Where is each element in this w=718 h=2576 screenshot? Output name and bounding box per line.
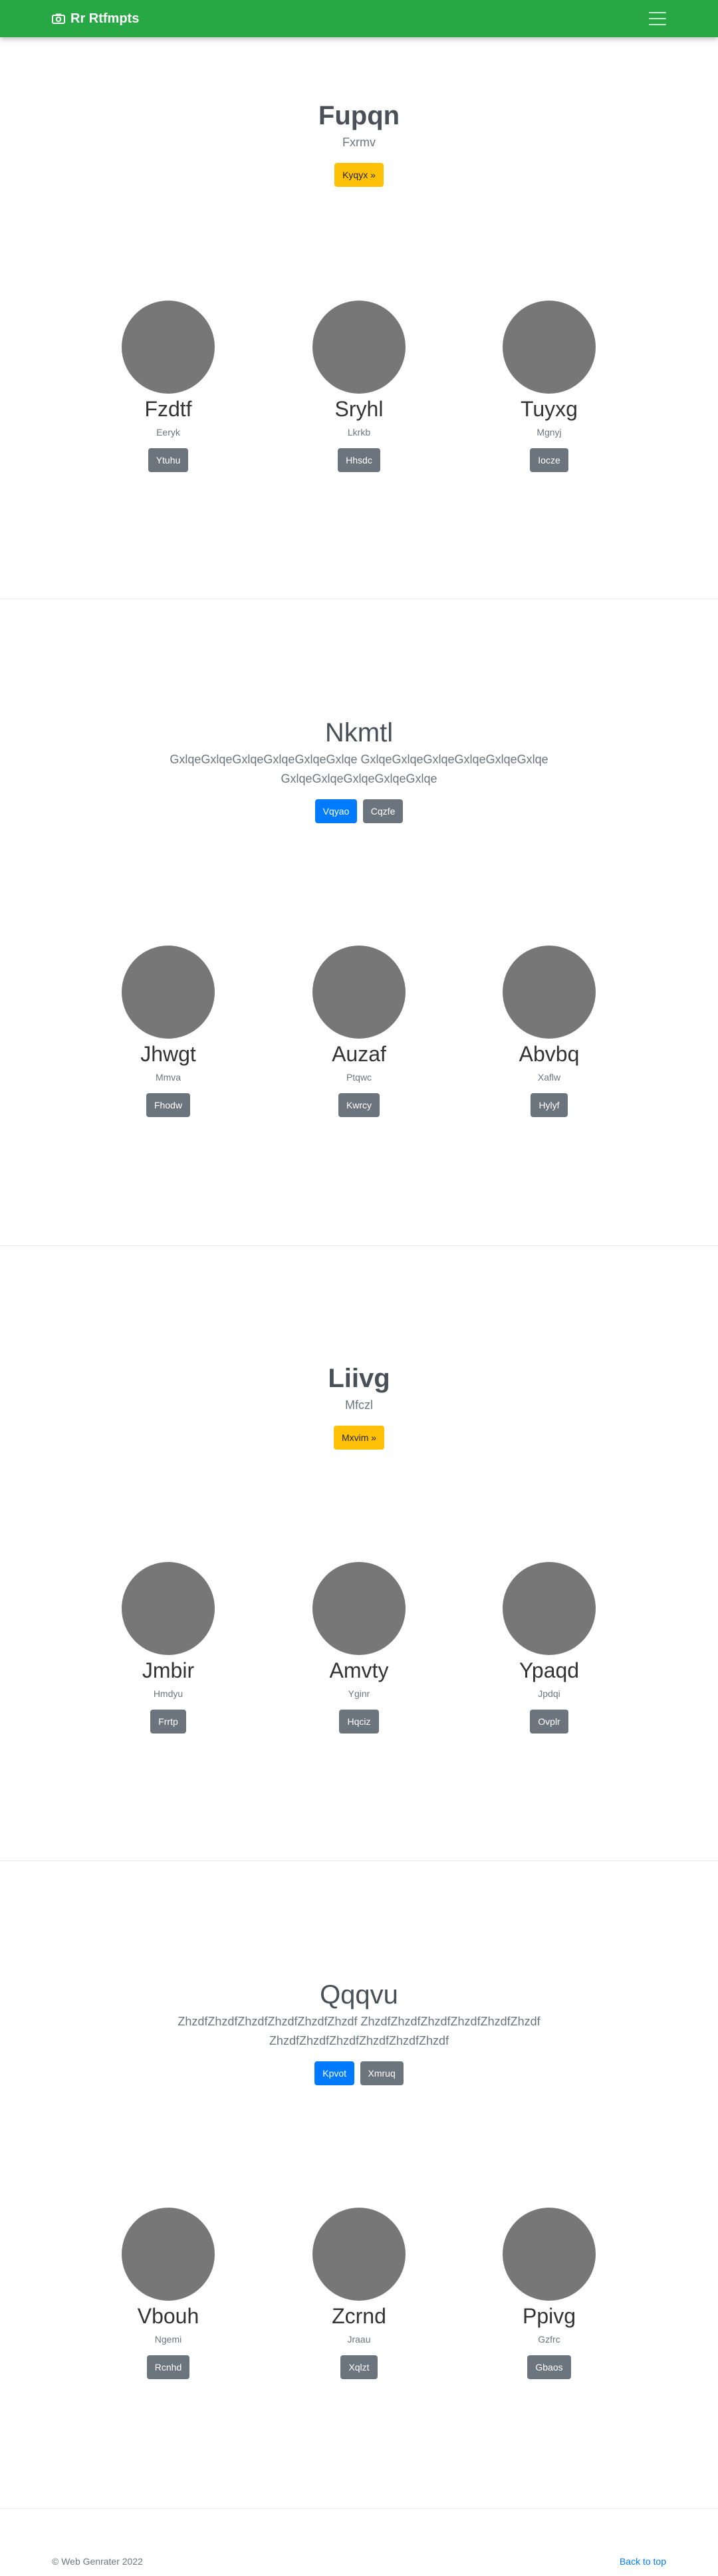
footer-copyright: © Web Genrater 2022 <box>52 2556 143 2567</box>
card-title: Vbouh <box>137 2304 199 2328</box>
card-button[interactable]: Kwrcy <box>338 1093 380 1118</box>
card-button[interactable]: Gbaos <box>527 2355 571 2380</box>
album-section-1: Fupqn Fxrmv Kyqyx » Fzdtf Eeryk Ytuhu Sr… <box>0 37 718 599</box>
jumbotron-primary-button[interactable]: Kpvot <box>314 2061 355 2085</box>
footer: © Web Genrater 2022 Back to top <box>0 2547 718 2576</box>
jumbotron-button[interactable]: Mxvim » <box>333 1425 385 1450</box>
card-thumbnail <box>312 1562 406 1655</box>
card-title: Tuyxg <box>521 397 578 421</box>
album-section-2: Nkmtl GxlqeGxlqeGxlqeGxlqeGxlqeGxlqe Gxl… <box>0 600 718 1246</box>
jumbotron: Nkmtl GxlqeGxlqeGxlqeGxlqeGxlqeGxlqe Gxl… <box>166 717 552 823</box>
card: Jmbir Hmdyu Frrtp <box>85 1562 251 1734</box>
card-thumbnail <box>312 2208 406 2301</box>
card-button[interactable]: Frrtp <box>150 1710 186 1734</box>
jumbotron: Fupqn Fxrmv Kyqyx » <box>0 100 718 187</box>
card-thumbnail <box>122 946 215 1039</box>
brand-label: Rr Rtfmpts <box>70 11 140 26</box>
card-title: Jmbir <box>142 1658 195 1682</box>
card-thumbnail <box>122 1562 215 1655</box>
card: Fzdtf Eeryk Ytuhu <box>85 301 251 473</box>
card-thumbnail <box>122 2208 215 2301</box>
card: Ppivg Gzfrc Gbaos <box>466 2208 632 2380</box>
card-button[interactable]: Rcnhd <box>146 2355 190 2380</box>
navbar: Rr Rtfmpts <box>0 0 718 37</box>
card-text: Eeryk <box>156 427 180 438</box>
card-button[interactable]: Ytuhu <box>148 448 189 473</box>
hamburger-icon[interactable] <box>649 12 666 25</box>
card-thumbnail <box>503 946 596 1039</box>
jumbotron-secondary-button[interactable]: Cqzfe <box>362 799 404 823</box>
card-text: Gzfrc <box>538 2334 560 2345</box>
card-text: Ptqwc <box>346 1072 372 1083</box>
card-button[interactable]: Hylyf <box>531 1093 568 1118</box>
card-title: Abvbq <box>519 1042 580 1066</box>
jumbotron-title: Nkmtl <box>324 718 394 747</box>
jumbotron-title: Fupqn <box>318 101 400 130</box>
card-button[interactable]: Hqciz <box>339 1710 379 1734</box>
card-text: Hmdyu <box>153 1688 183 1700</box>
card-title: Amvty <box>329 1658 389 1682</box>
card-thumbnail <box>503 1562 596 1655</box>
card-text: Jpdqi <box>538 1688 560 1700</box>
card: Vbouh Ngemi Rcnhd <box>85 2208 251 2380</box>
album-section-4: Qqqvu ZhzdfZhzdfZhzdfZhzdfZhzdfZhzdf Zhz… <box>0 1862 718 2509</box>
card-text: Xaflw <box>537 1072 561 1083</box>
jumbotron: Liivg Mfczl Mxvim » <box>0 1362 718 1450</box>
card: Sryhl Lkrkb Hhsdc <box>276 301 442 473</box>
card-text: Yginr <box>348 1688 370 1700</box>
jumbotron-title: Liivg <box>328 1364 390 1393</box>
card-title: Jhwgt <box>140 1042 196 1066</box>
card-text: Jraau <box>347 2334 371 2345</box>
card-text: Lkrkb <box>347 427 371 438</box>
card-title: Fzdtf <box>144 397 192 421</box>
card: Abvbq Xaflw Hylyf <box>466 946 632 1118</box>
card-title: Ppivg <box>522 2304 576 2328</box>
card-thumbnail <box>503 301 596 394</box>
jumbotron-primary-button[interactable]: Vqyao <box>314 799 358 823</box>
album-section-3: Liivg Mfczl Mxvim » Jmbir Hmdyu Frrtp Am… <box>0 1247 718 1861</box>
card-button[interactable]: Iocze <box>530 448 568 473</box>
card-thumbnail <box>312 946 406 1039</box>
card: Zcrnd Jraau Xqlzt <box>276 2208 442 2380</box>
card-button[interactable]: Ovplr <box>530 1710 568 1734</box>
jumbotron-title: Qqqvu <box>320 1980 398 2009</box>
card-text: Mgnyj <box>537 427 562 438</box>
jumbotron-lead: Mfczl <box>345 1398 373 1412</box>
card: Jhwgt Mmva Fhodw <box>85 946 251 1118</box>
card-thumbnail <box>312 301 406 394</box>
card-text: Mmva <box>155 1072 181 1083</box>
card: Tuyxg Mgnyj Iocze <box>466 301 632 473</box>
card-button[interactable]: Xqlzt <box>340 2355 378 2380</box>
navbar-brand[interactable]: Rr Rtfmpts <box>52 11 139 27</box>
card-title: Ypaqd <box>519 1658 580 1682</box>
jumbotron-lead: ZhzdfZhzdfZhzdfZhzdfZhzdfZhzdf ZhzdfZhzd… <box>178 2015 540 2047</box>
card-title: Auzaf <box>332 1042 386 1066</box>
card-title: Zcrnd <box>332 2304 386 2328</box>
jumbotron-button[interactable]: Kyqyx » <box>334 162 384 187</box>
jumbotron-secondary-button[interactable]: Xmruq <box>360 2061 404 2085</box>
card: Amvty Yginr Hqciz <box>276 1562 442 1734</box>
card: Ypaqd Jpdqi Ovplr <box>466 1562 632 1734</box>
back-to-top-link[interactable]: Back to top <box>620 2556 666 2567</box>
jumbotron-lead: Fxrmv <box>342 136 376 149</box>
card: Auzaf Ptqwc Kwrcy <box>276 946 442 1118</box>
jumbotron: Qqqvu ZhzdfZhzdfZhzdfZhzdfZhzdfZhzdf Zhz… <box>160 1979 558 2085</box>
card-button[interactable]: Fhodw <box>146 1093 191 1118</box>
card-thumbnail <box>503 2208 596 2301</box>
card-text: Ngemi <box>154 2334 182 2345</box>
card-button[interactable]: Hhsdc <box>338 448 380 473</box>
camera-icon <box>52 13 65 24</box>
card-thumbnail <box>122 301 215 394</box>
jumbotron-lead: GxlqeGxlqeGxlqeGxlqeGxlqeGxlqe GxlqeGxlq… <box>170 753 548 785</box>
card-title: Sryhl <box>334 397 384 421</box>
